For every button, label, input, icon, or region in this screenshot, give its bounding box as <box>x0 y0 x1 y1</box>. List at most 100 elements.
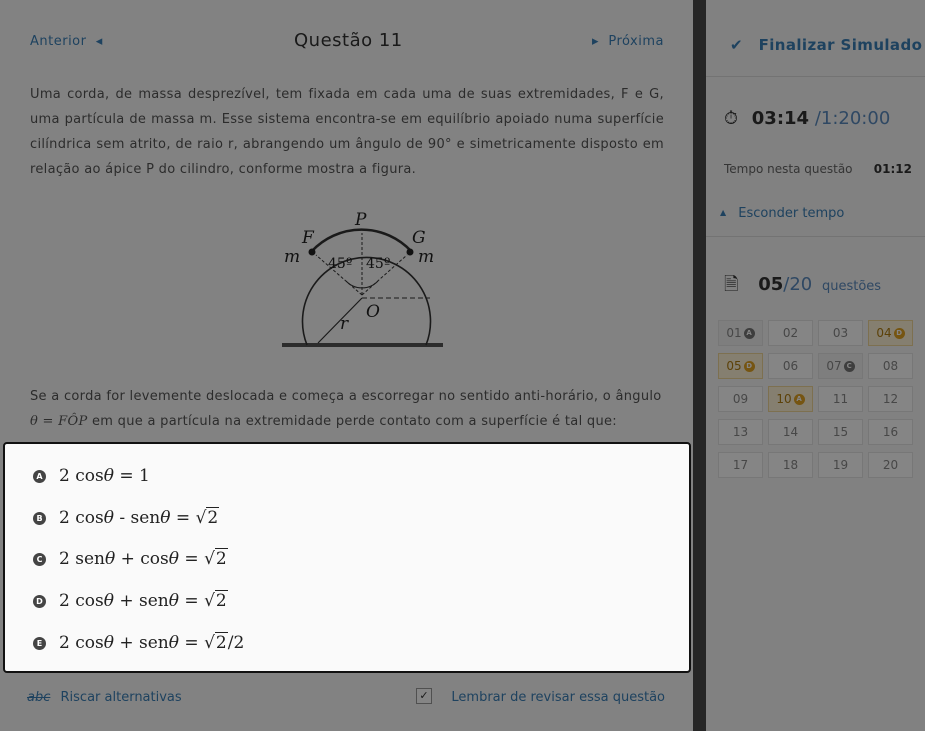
question-cell-number: 10 <box>776 392 792 406</box>
option-e[interactable]: E 2 cosθ + senθ = √2/2 <box>33 628 244 658</box>
formula-mid: + sen <box>113 633 169 653</box>
question-cell-12[interactable]: 12 <box>868 386 913 412</box>
answer-badge: A <box>793 393 805 405</box>
count-label: questões <box>821 279 882 294</box>
question-cell-06[interactable]: 06 <box>768 353 813 379</box>
question-time-label: Tempo nesta questão <box>724 162 853 176</box>
chevron-right-icon: ▸ <box>592 34 604 49</box>
figure-label-f: F <box>301 228 315 248</box>
option-letter-badge: D <box>33 594 46 608</box>
question-text: Uma corda, de massa desprezível, tem fix… <box>30 87 664 177</box>
finish-button[interactable]: ✔ Finalizar Simulado <box>730 36 922 54</box>
question-cell-17[interactable]: 17 <box>718 452 763 478</box>
answer-badge: A <box>743 327 755 339</box>
prev-button[interactable]: Anterior ◂ <box>30 34 103 49</box>
sqrt-symbol: √2 <box>195 507 220 528</box>
chevron-left-icon: ◂ <box>91 34 103 49</box>
formula-pre: 2 sen <box>59 549 105 569</box>
sqrt-radicand: 2 <box>206 507 220 528</box>
option-b[interactable]: B2 cosθ - senθ = √2 <box>33 503 220 533</box>
next-button[interactable]: ▸ Próxima <box>592 34 664 49</box>
formula-tail: /2 <box>227 633 245 653</box>
question-cell-number: 05 <box>726 359 742 373</box>
formula-theta2: θ <box>168 549 179 569</box>
question-cell-11[interactable]: 11 <box>818 386 863 412</box>
question-cell-number: 14 <box>782 425 799 439</box>
question-cell-15[interactable]: 15 <box>818 419 863 445</box>
page: Anterior ◂ Questão 11 ▸ Próxima Uma cord… <box>0 0 925 731</box>
option-formula: 2 cosθ + senθ = √2/2 <box>59 632 245 653</box>
answer-options: A2 cosθ = 1B2 cosθ - senθ = √2 C 2 senθ + … <box>3 442 691 673</box>
question-cell-08[interactable]: 08 <box>868 353 913 379</box>
question-time-value: 01:12 <box>873 162 912 176</box>
question-cell-16[interactable]: 16 <box>868 419 913 445</box>
option-c[interactable]: C2 senθ + cosθ = √2 <box>33 544 228 574</box>
strike-label: Riscar alternativas <box>60 690 182 705</box>
option-d[interactable]: D2 cosθ + senθ = √2 <box>33 586 228 616</box>
strike-icon: abc <box>27 690 51 705</box>
question-cell-number: 15 <box>832 425 849 439</box>
question-cell-number: 07 <box>826 359 842 373</box>
count-total: /20 <box>783 274 813 295</box>
question-cell-14[interactable]: 14 <box>768 419 813 445</box>
question-cell-03[interactable]: 03 <box>818 320 863 346</box>
hide-time-button[interactable]: ▲ Esconder tempo <box>720 206 844 221</box>
question-cell-20[interactable]: 20 <box>868 452 913 478</box>
question-cell-number: 08 <box>882 359 899 373</box>
sqrt-symbol: √2 <box>204 590 228 611</box>
question-cell-19[interactable]: 19 <box>818 452 863 478</box>
formula-theta: θ <box>104 549 116 569</box>
formula-mid2: = <box>179 591 205 611</box>
question-prompt: Se a corda for levemente deslocada e com… <box>30 384 664 434</box>
question-prompt-math: θ = FÔP <box>30 414 88 429</box>
question-prompt-pre: Se a corda for levemente deslocada e com… <box>30 389 662 404</box>
strike-alternatives-button[interactable]: abc Riscar alternativas <box>27 690 182 705</box>
option-letter-badge: B <box>33 511 46 525</box>
question-cell-01[interactable]: 01 A <box>718 320 763 346</box>
option-formula: 2 senθ + cosθ = √2 <box>59 548 228 569</box>
formula-mid: = 1 <box>113 466 150 486</box>
formula-theta: θ <box>103 466 114 486</box>
formula-theta: θ <box>103 633 114 653</box>
formula-mid2: = <box>179 549 205 569</box>
question-cell-13[interactable]: 13 <box>718 419 763 445</box>
review-checkbox[interactable]: ✓ <box>416 688 432 704</box>
sidebar: ✔ Finalizar Simulado ⏱ 03:14 /1:20:00 Te… <box>706 0 925 731</box>
question-cell-number: 11 <box>832 392 849 406</box>
question-cell-number: 09 <box>732 392 749 406</box>
question-cell-number: 13 <box>732 425 749 439</box>
question-cell-number: 04 <box>876 326 892 340</box>
option-letter-badge: E <box>33 636 46 650</box>
question-cell-10[interactable]: 10 A <box>768 386 813 412</box>
timer-current: 03:14 <box>751 108 810 129</box>
finish-label: Finalizar Simulado <box>758 36 923 54</box>
question-cell-number: 16 <box>882 425 899 439</box>
question-cell-02[interactable]: 02 <box>768 320 813 346</box>
document-icon: 🗎 <box>724 274 739 295</box>
question-cell-04[interactable]: 04 D <box>868 320 913 346</box>
question-cell-09[interactable]: 09 <box>718 386 763 412</box>
figure-label-g: G <box>412 228 426 248</box>
question-cell-18[interactable]: 18 <box>768 452 813 478</box>
option-a[interactable]: A 2 cosθ = 1 <box>33 461 150 491</box>
question-cell-number: 19 <box>832 458 849 472</box>
question-prompt-post: em que a partícula na extremidade perde … <box>87 414 617 429</box>
prev-label: Anterior <box>30 34 87 49</box>
formula-mid: - sen <box>113 508 161 528</box>
answer-badge: D <box>743 360 755 372</box>
question-time: Tempo nesta questão 01:12 <box>724 162 912 176</box>
question-cell-07[interactable]: 07 C <box>818 353 863 379</box>
question-cell-05[interactable]: 05 D <box>718 353 763 379</box>
triangle-up-icon: ▲ <box>720 208 727 217</box>
figure-label-m-left: m <box>284 247 300 267</box>
question-cell-number: 17 <box>732 458 749 472</box>
formula-pre: 2 cos <box>59 466 104 486</box>
figure-label-o: O <box>366 302 380 322</box>
stopwatch-icon: ⏱ <box>724 108 739 129</box>
figure-label-r: r <box>340 314 349 334</box>
review-label[interactable]: Lembrar de revisar essa questão <box>451 690 665 705</box>
timer-total: /1:20:00 <box>814 108 891 129</box>
check-icon: ✔ <box>730 36 743 54</box>
formula-theta2: θ <box>168 591 179 611</box>
question-footer: abc Riscar alternativas ✓ Lembrar de rev… <box>27 688 665 710</box>
